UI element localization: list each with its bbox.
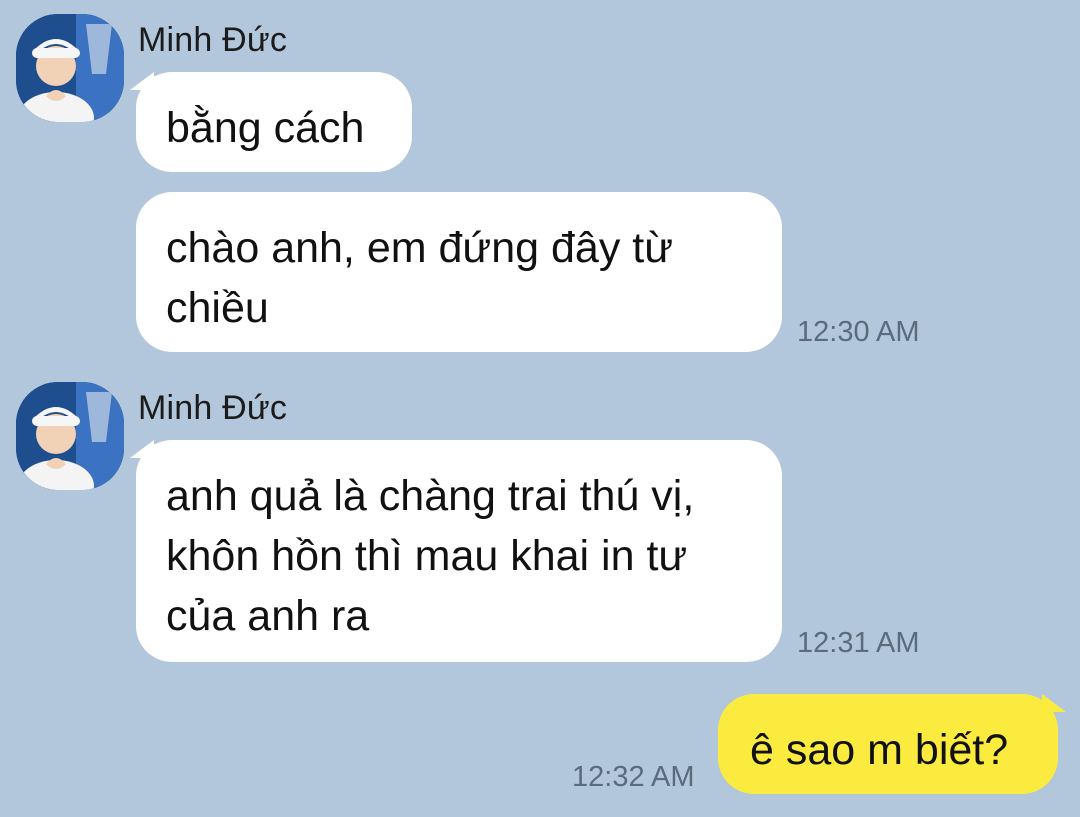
incoming-message-bubble[interactable]: anh quả là chàng trai thú vị, khôn hồn t… [136, 440, 782, 662]
incoming-message-bubble[interactable]: chào anh, em đứng đây từ chiều [136, 192, 782, 352]
outgoing-message-bubble[interactable]: ê sao m biết? [718, 694, 1058, 794]
sender-name: Minh Đức [138, 389, 288, 427]
sender-avatar[interactable] [16, 382, 124, 490]
sender-avatar[interactable] [16, 14, 124, 122]
incoming-message-bubble[interactable]: bằng cách [136, 72, 412, 172]
sender-name: Minh Đức [138, 21, 288, 59]
avatar-photo-icon [16, 14, 124, 122]
bubble-tail [1042, 694, 1066, 712]
avatar-photo-icon [16, 382, 124, 490]
message-timestamp: 12:32 AM [572, 761, 695, 793]
message-timestamp: 12:31 AM [797, 627, 920, 659]
message-timestamp: 12:30 AM [797, 316, 920, 348]
